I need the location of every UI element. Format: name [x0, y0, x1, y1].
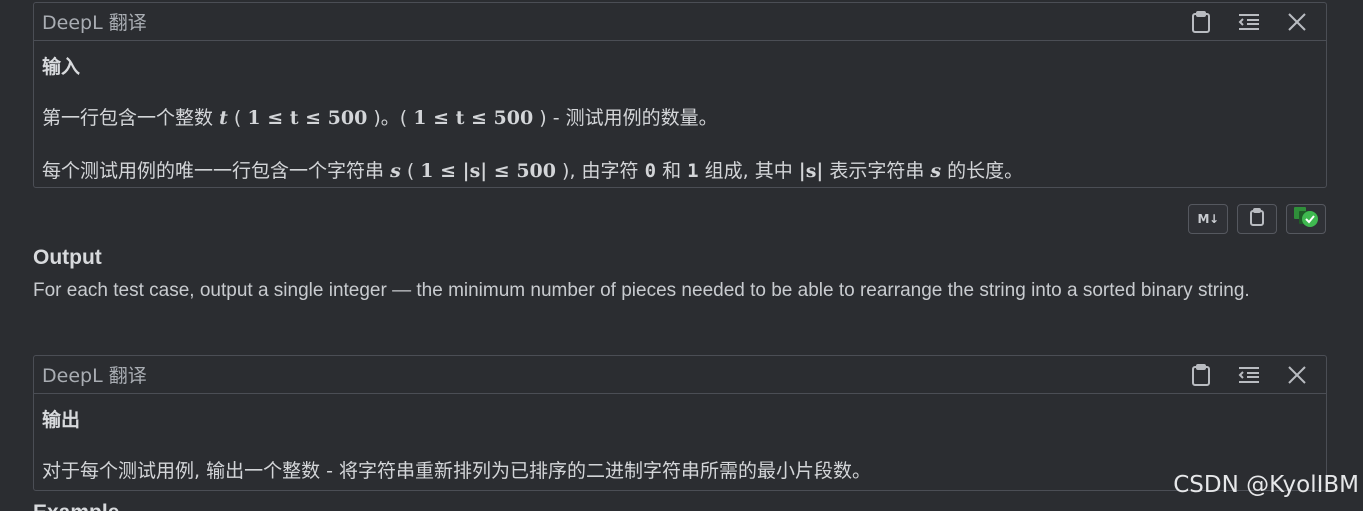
line2-open: ( — [406, 160, 415, 182]
var-t: t — [219, 107, 228, 129]
output-translation-text: 对于每个测试用例, 输出一个整数 - 将字符串重新排列为已排序的二进制字符串所需… — [42, 460, 872, 482]
line1-prefix: 第一行包含一个整数 — [42, 107, 214, 129]
output-title: Output — [33, 246, 102, 269]
range-math-s: 1 ≤ |s| ≤ 500 — [420, 160, 556, 182]
deepl-header: DeepL 翻译 — [34, 356, 1326, 394]
clipboard-icon[interactable] — [1186, 7, 1216, 37]
abs-s: |s| — [798, 160, 824, 182]
problem-page: DeepL 翻译 输入 第一行包含一个整数 t ( 1 ≤ t ≤ 500)。… — [0, 0, 1363, 511]
translate-check-icon — [1293, 206, 1319, 233]
line1-suffix: ) - 测试用例的数量。 — [539, 107, 718, 129]
input-line-1: 第一行包含一个整数 t ( 1 ≤ t ≤ 500 )。( 1 ≤ t ≤ 50… — [42, 103, 1318, 130]
deepl-header-actions — [1186, 360, 1312, 390]
range-math-2: 1 ≤ t ≤ 500 — [413, 107, 534, 129]
line2-and: 和 — [662, 160, 682, 182]
line2-mid2: 组成, 其中 — [704, 160, 793, 182]
line2-mid3: 表示字符串 — [829, 160, 925, 182]
deepl-output-translation-box: DeepL 翻译 输出 对于每个测试用例, 输出一个整数 - 将字符串重新排列为… — [33, 355, 1327, 491]
line2-mid: ), 由字符 — [562, 160, 639, 182]
csdn-watermark: CSDN @KyolIBM — [1173, 472, 1359, 498]
deepl-title: DeepL 翻译 — [42, 12, 147, 34]
problem-toolbar: M↓ — [1188, 204, 1326, 234]
close-icon[interactable] — [1282, 360, 1312, 390]
char-zero: 0 — [644, 160, 657, 182]
deepl-header-actions — [1186, 7, 1312, 37]
clipboard-icon[interactable] — [1186, 360, 1216, 390]
var-s-2: s — [930, 160, 942, 182]
range-math-1: 1 ≤ t ≤ 500 — [247, 107, 368, 129]
close-icon[interactable] — [1282, 7, 1312, 37]
indent-icon[interactable] — [1234, 360, 1264, 390]
deepl-input-translation-box: DeepL 翻译 输入 第一行包含一个整数 t ( 1 ≤ t ≤ 500)。… — [33, 2, 1327, 188]
translate-button[interactable] — [1286, 204, 1326, 234]
output-description: For each test case, output a single inte… — [33, 280, 1250, 301]
indent-icon[interactable] — [1234, 7, 1264, 37]
deepl-body: 输出 对于每个测试用例, 输出一个整数 - 将字符串重新排列为已排序的二进制字符… — [34, 405, 1326, 483]
line2-prefix: 每个测试用例的唯一一行包含一个字符串 — [42, 160, 385, 182]
char-one: 1 — [687, 160, 699, 182]
input-line-2: 每个测试用例的唯一一行包含一个字符串 s ( 1 ≤ |s| ≤ 500 ), … — [42, 156, 1318, 183]
input-heading: 输入 — [42, 56, 81, 78]
line1-open: ( — [233, 107, 242, 129]
example-title: Example — [33, 501, 119, 511]
clipboard-icon — [1249, 207, 1265, 231]
deepl-title: DeepL 翻译 — [42, 365, 147, 387]
markdown-icon: M↓ — [1197, 212, 1220, 226]
output-heading: 输出 — [42, 409, 81, 431]
deepl-header: DeepL 翻译 — [34, 3, 1326, 41]
copy-button[interactable] — [1237, 204, 1277, 234]
line1-close: )。( — [373, 107, 408, 129]
var-s: s — [390, 160, 401, 182]
deepl-body: 输入 第一行包含一个整数 t ( 1 ≤ t ≤ 500 )。( 1 ≤ t ≤… — [34, 52, 1326, 183]
line2-suffix: 的长度。 — [947, 160, 1024, 182]
markdown-button[interactable]: M↓ — [1188, 204, 1228, 234]
